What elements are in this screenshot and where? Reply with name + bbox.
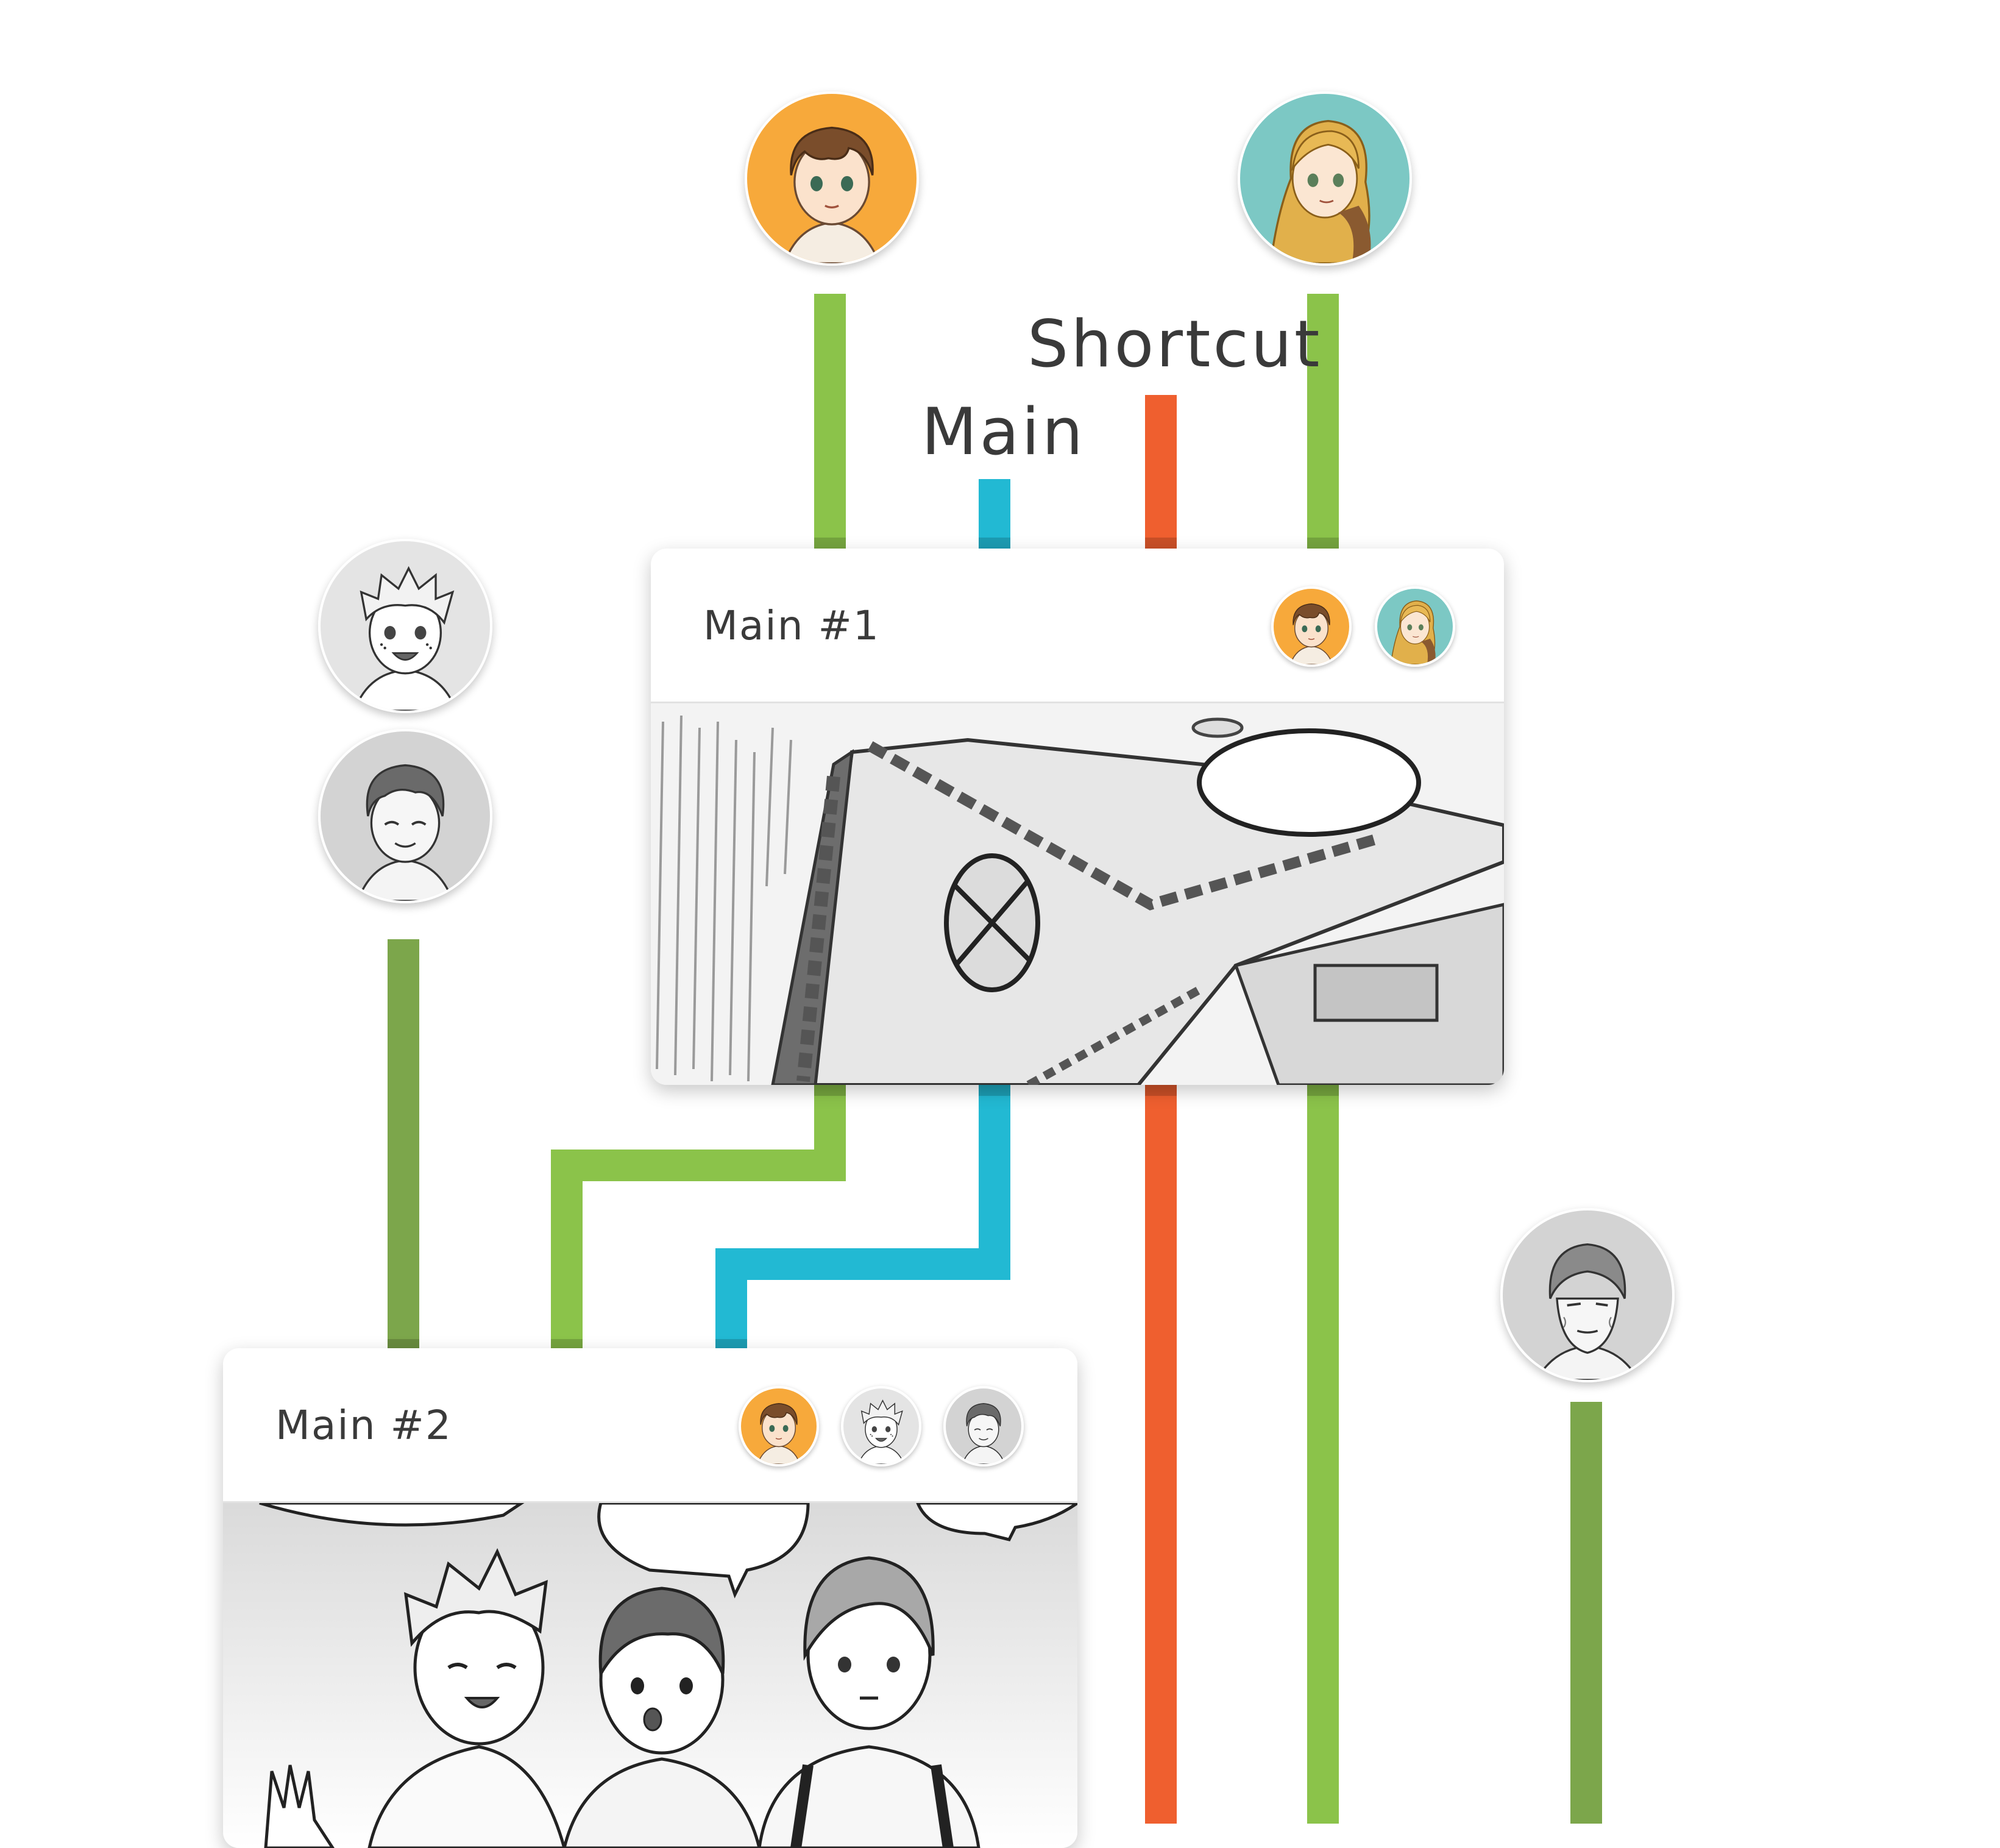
route-line-boy-upper	[814, 294, 846, 549]
route-line-shortcut-lower	[1145, 1085, 1177, 1824]
route-line-girl-lower	[1307, 1085, 1339, 1824]
route-line-older-man	[1570, 1402, 1602, 1824]
card-participants	[739, 1386, 1024, 1466]
blonde-girl-avatar[interactable]	[1375, 586, 1455, 667]
shortcut-label: Shortcut	[1027, 307, 1322, 382]
main-label: Main	[921, 394, 1086, 469]
route-line-boy-down	[551, 1150, 583, 1350]
sketch-three-boys-talking-image[interactable]	[223, 1503, 1077, 1848]
route-line-boy-drop	[814, 1085, 846, 1152]
dark-hair-boy-avatar[interactable]	[943, 1386, 1024, 1466]
brown-hair-boy-avatar[interactable]	[739, 1386, 819, 1466]
route-line-main-upper	[979, 479, 1010, 549]
card-title: Main #2	[275, 1402, 452, 1449]
card-header: Main #1	[651, 549, 1504, 703]
episode-card-main-2[interactable]: Main #2	[223, 1348, 1077, 1848]
card-participants	[1271, 586, 1455, 667]
freckled-boy-avatar[interactable]	[841, 1386, 921, 1466]
brown-hair-boy-avatar[interactable]	[745, 91, 919, 266]
blonde-girl-avatar[interactable]	[1238, 91, 1412, 266]
freckled-boy-avatar[interactable]	[318, 539, 492, 713]
route-line-main-horizontal	[715, 1248, 1010, 1280]
episode-card-main-1[interactable]: Main #1	[651, 549, 1504, 1085]
sketch-storyboard-building-image[interactable]	[651, 703, 1504, 1085]
older-man-avatar[interactable]	[1500, 1208, 1675, 1382]
card-header: Main #2	[223, 1348, 1077, 1503]
card-title: Main #1	[703, 602, 880, 649]
route-line-left-character	[388, 939, 419, 1350]
dark-hair-boy-avatar[interactable]	[318, 729, 492, 903]
route-line-main-down	[715, 1248, 747, 1350]
route-line-boy-horizontal	[551, 1150, 846, 1181]
route-line-shortcut-upper	[1145, 395, 1177, 549]
brown-hair-boy-avatar[interactable]	[1271, 586, 1352, 667]
